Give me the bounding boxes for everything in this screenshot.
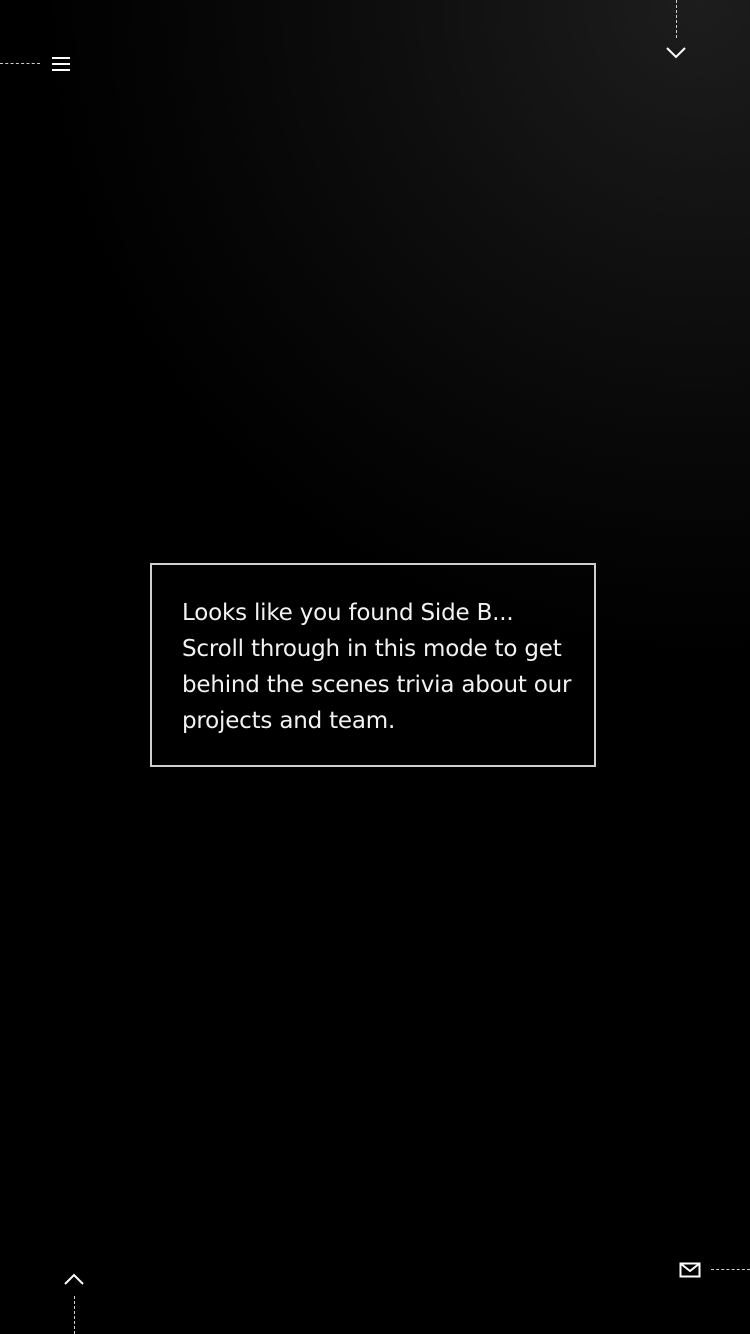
contact-dash-line <box>711 1269 750 1270</box>
scroll-down-dash-line <box>676 0 677 38</box>
menu-button[interactable] <box>50 54 72 74</box>
side-b-message: Looks like you found Side B... Scroll th… <box>182 600 572 734</box>
chevron-down-icon <box>664 44 688 62</box>
chevron-up-icon <box>62 1270 86 1288</box>
scroll-up-button[interactable] <box>62 1270 86 1288</box>
scroll-down-button[interactable] <box>664 44 688 62</box>
side-b-info-box: Looks like you found Side B... Scroll th… <box>150 563 596 767</box>
contact-button[interactable] <box>679 1261 701 1279</box>
menu-dash-line <box>0 63 40 64</box>
hamburger-menu-icon <box>50 54 72 74</box>
envelope-icon <box>679 1261 701 1279</box>
page: Looks like you found Side B... Scroll th… <box>0 0 750 1334</box>
scroll-up-dash-line <box>74 1296 75 1334</box>
